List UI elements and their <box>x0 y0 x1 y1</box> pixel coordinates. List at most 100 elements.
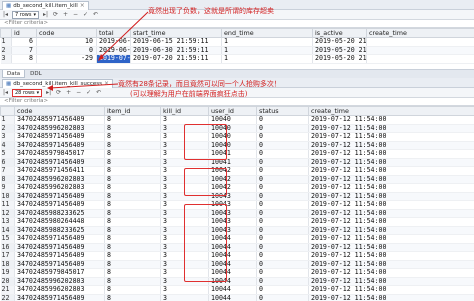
table-cell[interactable]: 34702485996202803 <box>14 277 105 286</box>
table-cell[interactable]: 0 <box>256 166 309 176</box>
tab-item-kill[interactable]: ▦ db_second_kill.item_kill × <box>2 1 89 10</box>
table-cell[interactable]: 8 <box>104 183 161 193</box>
column-header[interactable]: create_time <box>308 106 474 116</box>
table-cell[interactable]: 0 <box>256 294 309 301</box>
table-cell[interactable]: 3 <box>160 115 209 125</box>
column-header[interactable]: status <box>256 106 309 116</box>
table-cell[interactable]: 8 <box>104 277 161 286</box>
table-cell[interactable] <box>366 54 474 64</box>
table-row[interactable]: 38-292019-07-01 18:58:292019-07-20 21:59… <box>0 54 474 64</box>
table-cell[interactable]: 2019-07-12 11:54:00 <box>308 192 474 201</box>
table-cell[interactable]: 8 <box>104 192 161 201</box>
table-cell[interactable]: 8 <box>104 141 161 150</box>
table-cell[interactable]: 7 <box>11 46 37 55</box>
table-row[interactable]: 16 34702485971456409 8 3 10044 0 2019-07-12 11… <box>0 243 474 252</box>
table-cell[interactable]: 10044 <box>208 285 257 295</box>
table-cell[interactable]: 0 <box>256 183 309 193</box>
table-cell[interactable]: 0 <box>256 149 309 159</box>
table-cell[interactable]: 34702485980264448 <box>14 217 105 227</box>
table-cell[interactable]: 2019-06-30 21:59:11 <box>130 46 222 55</box>
table-row[interactable]: 2 34702485996202803 8 3 10040 0 2019-07-12 11:… <box>0 124 474 133</box>
table-row[interactable]: 13 34702485980264448 8 3 10043 0 2019-07-12 11… <box>0 217 474 227</box>
table-cell[interactable]: 0 <box>256 175 309 184</box>
table-cell[interactable]: 2019-05-20 21:59:41 <box>312 46 367 55</box>
tab-data[interactable]: Data <box>2 70 26 78</box>
table-row[interactable]: 6 34702485971456409 8 3 10041 0 2019-07-12 11:… <box>0 158 474 167</box>
table-row[interactable]: 9 34702485996202803 8 3 10042 0 2019-07-12 11:… <box>0 183 474 193</box>
table-cell[interactable]: 34702485988233625 <box>14 209 105 218</box>
table-cell[interactable]: 2019-06-08 21:59:07 <box>96 37 131 47</box>
rollback-icon[interactable]: ↶ <box>95 89 102 96</box>
rows-selector[interactable]: 28 rows ▾ <box>12 88 43 97</box>
table-cell[interactable]: 10 <box>36 37 97 47</box>
table-cell[interactable]: 0 <box>256 200 309 210</box>
filter-input[interactable]: <Filter criteria> <box>0 20 474 28</box>
column-header[interactable]: code <box>14 106 105 116</box>
table-cell[interactable]: 2019-07-12 11:54:00 <box>308 209 474 218</box>
table-cell[interactable]: 0 <box>256 234 309 244</box>
table-cell[interactable]: 34702485971456409 <box>14 132 105 142</box>
tab-item-kill-success[interactable]: ▦ db_second_kill.item_kill_success × <box>2 79 114 88</box>
table-cell[interactable]: 3 <box>160 294 209 301</box>
add-row-icon[interactable]: + <box>65 89 72 96</box>
table-cell[interactable]: 34702485971456409 <box>14 200 105 210</box>
nav-first-icon[interactable]: |◂ <box>2 89 9 96</box>
refresh-icon[interactable]: ⟳ <box>55 89 62 96</box>
table-row[interactable]: 3 34702485971456409 8 3 10040 0 2019-07-12 11:… <box>0 132 474 142</box>
commit-icon[interactable]: ✓ <box>82 11 89 18</box>
column-header[interactable]: is_active <box>312 28 367 38</box>
table-cell[interactable]: 2019-07-12 11:54:00 <box>308 226 474 235</box>
table-cell[interactable]: 8 <box>104 294 161 301</box>
table-cell[interactable]: 2019-07-12 11:54:00 <box>308 124 474 133</box>
table-row[interactable]: 8 34702485996202803 8 3 10042 0 2019-07-12 11:… <box>0 175 474 184</box>
table-cell[interactable] <box>366 37 474 47</box>
table-cell[interactable]: 2019-07-12 11:54:00 <box>308 115 474 125</box>
add-row-icon[interactable]: + <box>62 11 69 18</box>
table-cell[interactable]: 2019-05-20 21:59:41 <box>312 54 367 64</box>
table-cell[interactable]: 0 <box>256 124 309 133</box>
delete-row-icon[interactable]: − <box>75 89 82 96</box>
table-cell[interactable]: 0 <box>36 46 97 55</box>
table-cell[interactable]: 0 <box>256 260 309 269</box>
table-cell[interactable]: 8 <box>104 251 161 261</box>
table-cell[interactable]: 34702485971456409 <box>14 251 105 261</box>
table-cell[interactable] <box>366 46 474 55</box>
table-cell[interactable]: 2019-05-20 21:59:41 <box>312 37 367 47</box>
table-cell[interactable]: 34702485971456409 <box>14 192 105 201</box>
tab-ddl[interactable]: DDL <box>26 70 46 78</box>
table-cell[interactable]: 8 <box>104 175 161 184</box>
table-cell[interactable]: 34702485971456411 <box>14 166 105 176</box>
table-cell[interactable]: 34702485996202803 <box>14 175 105 184</box>
column-header[interactable]: kill_id <box>160 106 209 116</box>
table-cell[interactable]: 0 <box>256 192 309 201</box>
table-cell[interactable]: 2019-07-12 11:54:00 <box>308 158 474 167</box>
table-cell[interactable]: 2019-06-15 21:59:11 <box>130 37 222 47</box>
table-cell[interactable]: 34702485971456409 <box>14 243 105 252</box>
table-cell[interactable]: 2019-07-12 11:54:00 <box>308 234 474 244</box>
table-cell[interactable]: 1 <box>221 46 313 55</box>
table-cell[interactable]: 10040 <box>208 115 257 125</box>
table-cell[interactable]: 2019-07-12 11:54:00 <box>308 217 474 227</box>
table-cell[interactable]: 34702485971456409 <box>14 115 105 125</box>
table-row[interactable]: 17 34702485971456409 8 3 10044 0 2019-07-12 11… <box>0 251 474 261</box>
table-cell[interactable]: 8 <box>104 200 161 210</box>
table-row[interactable]: 5 34702485979845017 8 3 10041 0 2019-07-12 11:… <box>0 149 474 159</box>
table-cell[interactable]: 6 <box>11 37 37 47</box>
table-cell[interactable]: 2019-07-12 11:54:00 <box>308 251 474 261</box>
table-cell[interactable]: 8 <box>11 54 37 64</box>
table-cell[interactable]: 1 <box>221 37 313 47</box>
close-icon[interactable]: × <box>104 80 109 88</box>
column-header[interactable]: id <box>11 28 37 38</box>
table-cell[interactable]: 2019-07-12 11:54:00 <box>308 200 474 210</box>
table-cell[interactable]: 34702485971456409 <box>14 141 105 150</box>
table-cell[interactable]: 2019-07-12 11:54:00 <box>308 175 474 184</box>
table-cell[interactable]: 8 <box>104 268 161 278</box>
table-cell[interactable]: 0 <box>256 132 309 142</box>
table-row[interactable]: 21 34702485996202803 8 3 10044 0 2019-07-12 11… <box>0 285 474 295</box>
column-header[interactable]: item_id <box>104 106 161 116</box>
table-row[interactable]: 10 34702485971456409 8 3 10043 0 2019-07-12 11… <box>0 192 474 201</box>
table-cell[interactable]: 2019-07-12 11:54:00 <box>308 166 474 176</box>
table-cell[interactable]: 2019-07-12 11:54:00 <box>308 260 474 269</box>
column-header[interactable]: start_time <box>130 28 222 38</box>
table-cell[interactable]: 8 <box>104 243 161 252</box>
